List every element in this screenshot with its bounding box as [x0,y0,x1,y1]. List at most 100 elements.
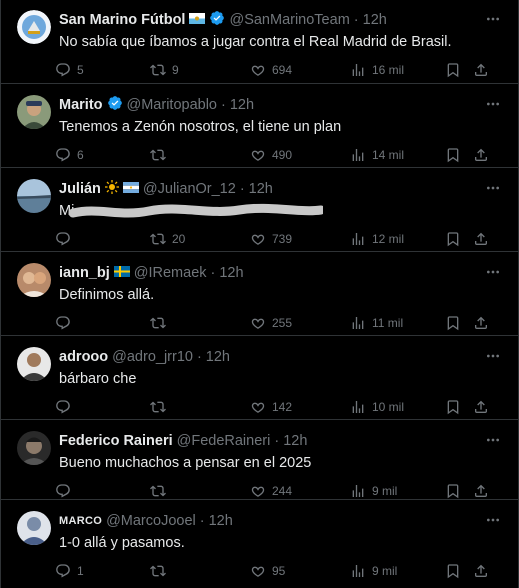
more-icon[interactable] [482,429,504,451]
verified-icon [209,10,225,30]
retweet-button[interactable] [150,561,172,581]
like-count: 142 [272,400,293,414]
more-icon[interactable] [482,8,504,30]
timestamp[interactable]: 12h [363,12,387,28]
timestamp[interactable]: 12h [283,433,307,449]
author-name[interactable]: Julián [59,181,101,197]
tweet-text: No sabía que íbamos a jugar contra el Re… [59,34,452,50]
share-icon [473,315,489,331]
author-name[interactable]: San Marino Fútbol [59,12,185,28]
like-count: 244 [272,484,293,498]
reply-button[interactable] [55,481,77,501]
author-name[interactable]: adrooo [59,349,108,365]
avatar[interactable] [17,263,51,297]
like-button[interactable]: 739 [250,229,292,249]
timestamp[interactable]: 12h [219,265,243,281]
timestamp[interactable]: 12h [209,513,233,529]
like-icon [250,483,266,499]
like-button[interactable]: 694 [250,60,292,80]
avatar[interactable] [17,511,51,545]
more-icon[interactable] [482,261,504,283]
retweet-button[interactable] [150,313,172,333]
tweet-item[interactable]: San Marino Fútbol @SanMarinoTeam · 12h N… [1,0,519,84]
avatar[interactable] [17,10,51,44]
views-button[interactable]: 12 mil [350,229,404,249]
bookmark-button[interactable] [445,481,467,501]
view-count: 11 mil [372,316,404,330]
bookmark-button[interactable] [445,60,467,80]
more-icon[interactable] [482,177,504,199]
author-handle[interactable]: @JulianOr_12 [143,181,236,197]
reply-button[interactable] [55,313,77,333]
view-count: 9 mil [372,484,398,498]
bookmark-icon [445,399,461,415]
views-button[interactable]: 11 mil [350,313,403,333]
retweet-button[interactable] [150,481,172,501]
views-button[interactable]: 10 mil [350,397,404,417]
timestamp[interactable]: 12h [230,97,254,113]
share-button[interactable] [473,313,495,333]
like-button[interactable]: 142 [250,397,292,417]
reply-button[interactable] [55,397,77,417]
tweet-item[interactable]: Marito @Maritopablo · 12h Tenemos a Zenó… [1,85,519,168]
share-button[interactable] [473,60,495,80]
reply-button[interactable] [55,229,77,249]
bookmark-button[interactable] [445,397,467,417]
timestamp[interactable]: 12h [249,181,273,197]
author-name[interactable]: Federico Raineri [59,433,173,449]
share-button[interactable] [473,229,495,249]
reply-button[interactable]: 1 [55,561,84,581]
like-button[interactable]: 255 [250,313,292,333]
bookmark-icon [445,483,461,499]
share-button[interactable] [473,481,495,501]
author-name[interactable]: MARCO [59,515,102,527]
share-button[interactable] [473,561,495,581]
retweet-count: 20 [172,232,186,246]
avatar[interactable] [17,347,51,381]
bookmark-button[interactable] [445,145,467,165]
reply-button[interactable]: 6 [55,145,84,165]
views-icon [350,315,366,331]
views-button[interactable]: 9 mil [350,481,397,501]
more-icon[interactable] [482,509,504,531]
author-handle[interactable]: @IRemaek [134,265,207,281]
like-button[interactable]: 490 [250,145,292,165]
share-button[interactable] [473,397,495,417]
timestamp[interactable]: 12h [206,349,230,365]
views-button[interactable]: 14 mil [350,145,404,165]
avatar[interactable] [17,95,51,129]
avatar[interactable] [17,431,51,465]
separator-dot: · [210,265,216,281]
tweet-item[interactable]: Julián @JulianOr_12 · 12h Mi... 20 739 1… [1,169,519,252]
tweet-item[interactable]: adrooo @adro_jrr10 · 12h bárbaro che 142… [1,337,519,420]
bookmark-button[interactable] [445,561,467,581]
reply-button[interactable]: 5 [55,60,84,80]
share-button[interactable] [473,145,495,165]
share-icon [473,399,489,415]
author-handle[interactable]: @FedeRaineri [177,433,271,449]
retweet-button[interactable]: 9 [150,60,179,80]
separator-dot: · [239,181,245,197]
bookmark-button[interactable] [445,229,467,249]
author-handle[interactable]: @adro_jrr10 [112,349,193,365]
bookmark-button[interactable] [445,313,467,333]
author-handle[interactable]: @MarcoJooel [106,513,196,529]
retweet-button[interactable]: 20 [150,229,185,249]
tweet-item[interactable]: Federico Raineri @FedeRaineri · 12h Buen… [1,421,519,500]
more-icon[interactable] [482,345,504,367]
retweet-button[interactable] [150,397,172,417]
author-name[interactable]: iann_bj [59,265,110,281]
tweet-item[interactable]: iann_bj @IRemaek · 12h Definimos allá. 2… [1,253,519,336]
author-handle[interactable]: @Maritopablo [127,97,217,113]
retweet-button[interactable] [150,145,172,165]
avatar[interactable] [17,179,51,213]
author-handle[interactable]: @SanMarinoTeam [229,12,349,28]
author-name[interactable]: Marito [59,97,103,113]
more-icon[interactable] [482,93,504,115]
views-button[interactable]: 9 mil [350,561,397,581]
like-button[interactable]: 244 [250,481,292,501]
tweet-item[interactable]: MARCO @MarcoJooel · 12h 1-0 allá y pasam… [1,501,519,588]
views-button[interactable]: 16 mil [350,60,404,80]
retweet-icon [150,62,166,78]
like-button[interactable]: 95 [250,561,285,581]
